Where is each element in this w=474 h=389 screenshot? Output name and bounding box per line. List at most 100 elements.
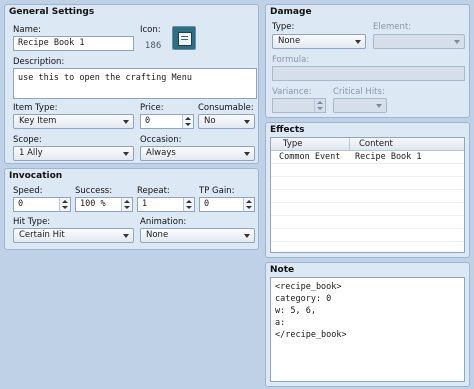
arrow-up-icon xyxy=(124,200,130,203)
arrow-down-icon xyxy=(185,123,191,126)
arrow-up-icon xyxy=(62,200,68,203)
column-divider xyxy=(349,138,350,150)
effect-type-cell: Common Event xyxy=(279,152,341,162)
repeat-spinbox[interactable]: 1 xyxy=(137,197,195,212)
price-value: 0 xyxy=(145,116,151,126)
animation-value: None xyxy=(146,230,169,240)
note-line: category: 0 xyxy=(275,294,332,304)
scope-label: Scope: xyxy=(13,135,42,145)
arrow-down-icon xyxy=(124,206,130,209)
general-settings-title: General Settings xyxy=(9,7,95,17)
arrow-up-icon xyxy=(185,117,191,120)
spin-arrows[interactable] xyxy=(182,115,193,128)
effects-list[interactable]: Type Content Common Event Recipe Book 1 xyxy=(270,137,465,253)
description-field[interactable]: use this to open the crafting Menu xyxy=(13,68,257,99)
item-type-value: Key Item xyxy=(19,116,57,126)
hit-type-label: Hit Type: xyxy=(13,217,51,227)
success-label: Success: xyxy=(75,186,113,196)
arrow-down-icon xyxy=(246,206,252,209)
empty-row[interactable] xyxy=(271,203,464,216)
spin-arrows[interactable] xyxy=(121,198,132,211)
element-label: Element: xyxy=(373,22,412,32)
description-label: Description: xyxy=(13,57,65,67)
variance-label: Variance: xyxy=(272,87,312,97)
success-spinbox[interactable]: 100 % xyxy=(75,197,133,212)
repeat-value: 1 xyxy=(142,199,148,209)
damage-type-select[interactable]: None xyxy=(272,34,366,49)
consumable-select[interactable]: No xyxy=(198,114,255,129)
general-settings-panel: General Settings Name: Recipe Book 1 Ico… xyxy=(4,4,259,164)
col-content-header[interactable]: Content xyxy=(359,138,393,150)
price-spinbox[interactable]: 0 xyxy=(140,114,194,129)
hit-type-value: Certain Hit xyxy=(19,230,65,240)
spin-arrows[interactable] xyxy=(183,198,194,211)
chevron-down-icon xyxy=(123,234,129,238)
animation-label: Animation: xyxy=(140,217,187,227)
empty-row[interactable] xyxy=(271,177,464,190)
effect-content-cell: Recipe Book 1 xyxy=(355,152,422,162)
note-line: w: 5, 6, xyxy=(275,306,316,316)
arrow-up-icon xyxy=(186,200,192,203)
tp-gain-spinbox[interactable]: 0 xyxy=(199,197,255,212)
name-label: Name: xyxy=(13,25,41,35)
icon-label: Icon: xyxy=(140,25,161,35)
occasion-label: Occasion: xyxy=(140,135,182,145)
spin-arrows[interactable] xyxy=(59,198,70,211)
damage-title: Damage xyxy=(270,7,312,17)
spin-arrows[interactable] xyxy=(314,99,325,112)
success-value: 100 % xyxy=(80,199,106,209)
chevron-down-icon xyxy=(244,234,250,238)
arrow-down-icon xyxy=(186,206,192,209)
damage-type-value: None xyxy=(278,36,301,46)
hit-type-select[interactable]: Certain Hit xyxy=(13,228,134,243)
speed-value: 0 xyxy=(18,199,24,209)
speed-label: Speed: xyxy=(13,186,43,196)
arrow-down-icon xyxy=(62,206,68,209)
empty-row[interactable] xyxy=(271,216,464,229)
animation-select[interactable]: None xyxy=(140,228,255,243)
note-textarea[interactable]: <recipe_book> category: 0 w: 5, 6, a: </… xyxy=(270,277,465,382)
table-row[interactable]: Common Event Recipe Book 1 xyxy=(271,151,464,164)
spin-arrows[interactable] xyxy=(243,198,254,211)
item-type-select[interactable]: Key Item xyxy=(13,114,134,129)
chevron-down-icon xyxy=(454,40,460,44)
damage-type-label: Type: xyxy=(272,22,295,32)
col-type-header[interactable]: Type xyxy=(283,138,303,150)
invocation-title: Invocation xyxy=(9,171,63,181)
name-field[interactable]: Recipe Book 1 xyxy=(13,36,134,51)
arrow-up-icon xyxy=(317,101,323,104)
critical-hits-select[interactable] xyxy=(333,98,387,113)
item-type-label: Item Type: xyxy=(13,103,58,113)
formula-field[interactable] xyxy=(272,66,465,81)
effects-header: Type Content xyxy=(271,138,464,151)
empty-row[interactable] xyxy=(271,229,464,242)
invocation-panel: Invocation Speed: 0 Success: 100 % Repea… xyxy=(4,168,259,250)
tp-gain-value: 0 xyxy=(204,199,210,209)
chevron-down-icon xyxy=(355,40,361,44)
occasion-value: Always xyxy=(146,148,176,158)
chevron-down-icon xyxy=(123,152,129,156)
consumable-label: Consumable: xyxy=(198,103,254,113)
variance-spinbox[interactable] xyxy=(272,98,326,113)
chevron-down-icon xyxy=(376,104,382,108)
note-line: a: xyxy=(275,318,286,328)
element-select[interactable] xyxy=(373,34,465,49)
note-panel: Note <recipe_book> category: 0 w: 5, 6, … xyxy=(265,262,470,387)
chevron-down-icon xyxy=(244,120,250,124)
icon-index: 186 xyxy=(145,41,162,51)
critical-hits-label: Critical Hits: xyxy=(333,87,385,97)
empty-row[interactable] xyxy=(271,190,464,203)
chevron-down-icon xyxy=(244,152,250,156)
empty-row[interactable] xyxy=(271,164,464,177)
scope-select[interactable]: 1 Ally xyxy=(13,146,134,161)
icon-picker[interactable] xyxy=(172,26,196,50)
speed-spinbox[interactable]: 0 xyxy=(13,197,71,212)
effects-title: Effects xyxy=(270,125,305,135)
scope-value: 1 Ally xyxy=(19,148,43,158)
occasion-select[interactable]: Always xyxy=(140,146,255,161)
chevron-down-icon xyxy=(123,120,129,124)
damage-panel: Damage Type: None Element: Formula: Vari… xyxy=(265,4,470,118)
note-line: <recipe_book> xyxy=(275,282,342,292)
consumable-value: No xyxy=(204,116,216,126)
arrow-down-icon xyxy=(317,107,323,110)
